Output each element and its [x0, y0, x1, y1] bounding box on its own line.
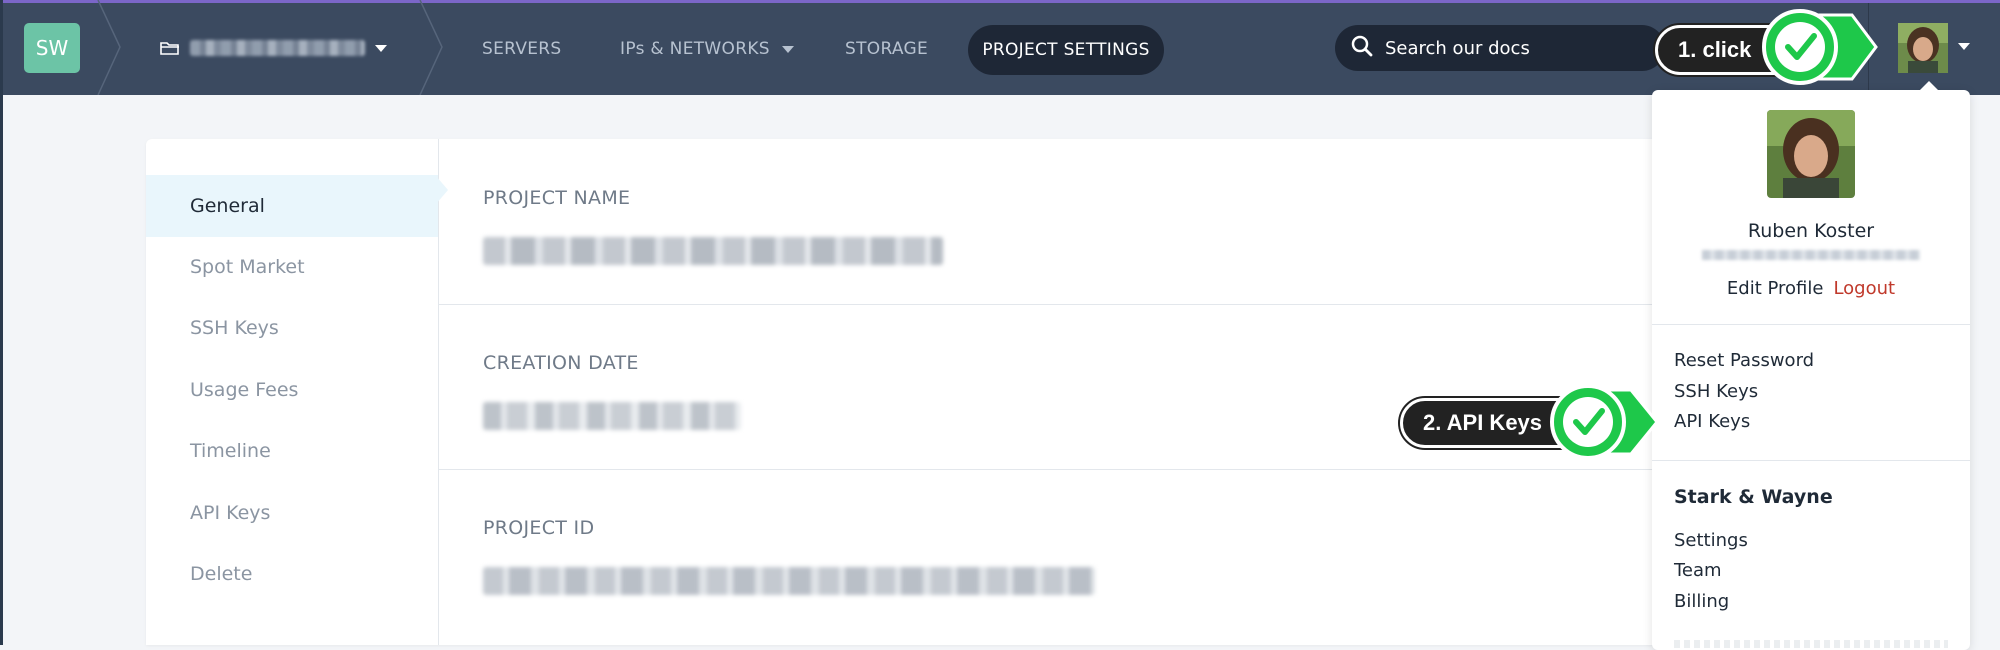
search-icon [1351, 35, 1373, 61]
sidebar-item-general[interactable]: General [146, 175, 438, 237]
logout-link[interactable]: Logout [1833, 278, 1895, 299]
brand-logo[interactable]: SW [24, 23, 80, 73]
step2-callout: 2. API Keys [1395, 380, 1660, 465]
profile-links: Edit Profile Logout [1652, 278, 1970, 299]
menu-item-billing[interactable]: Billing [1674, 591, 1729, 612]
menu-item-reset-password[interactable]: Reset Password [1674, 350, 1814, 371]
sidebar-item-usage-fees[interactable]: Usage Fees [146, 359, 438, 421]
nav-ips-networks[interactable]: IPs & NETWORKS [620, 39, 794, 59]
creation-date-value-redacted [483, 402, 741, 430]
window-edge [0, 0, 3, 645]
menu-item-settings[interactable]: Settings [1674, 530, 1748, 551]
sidebar-item-ssh-keys[interactable]: SSH Keys [146, 297, 438, 359]
user-email-redacted [1702, 250, 1920, 260]
creation-date-label: CREATION DATE [483, 352, 639, 374]
project-name-label: PROJECT NAME [483, 187, 631, 209]
nav-project-settings[interactable]: PROJECT SETTINGS [968, 25, 1164, 75]
settings-sidebar: General Spot Market SSH Keys Usage Fees … [146, 139, 448, 645]
divider [1652, 460, 1970, 461]
project-name-redacted [190, 40, 365, 56]
chevron-down-icon [781, 45, 794, 53]
sidebar-item-api-keys[interactable]: API Keys [146, 482, 438, 544]
sidebar-item-delete[interactable]: Delete [146, 543, 438, 605]
nav-servers[interactable]: SERVERS [482, 39, 562, 59]
user-menu-dropdown: Ruben Koster Edit Profile Logout Reset Pa… [1652, 81, 1970, 650]
org-name: Stark & Wayne [1674, 486, 1833, 508]
project-id-section: PROJECT ID [439, 469, 1786, 634]
checkmark-badge-icon [1762, 9, 1878, 85]
project-id-value-redacted [483, 567, 1095, 595]
menu-item-team[interactable]: Team [1674, 560, 1722, 581]
avatar [1767, 110, 1855, 198]
search-box[interactable] [1335, 25, 1665, 71]
chevron-down-icon[interactable] [1958, 43, 1970, 50]
step1-callout: 1. click [1650, 5, 1880, 90]
checkmark-badge-icon [1550, 384, 1659, 460]
avatar [1898, 23, 1948, 73]
breadcrumb-separator-icon [96, 0, 122, 95]
project-name-value-redacted [483, 237, 943, 265]
sidebar-item-timeline[interactable]: Timeline [146, 420, 438, 482]
project-name-section: PROJECT NAME [439, 139, 1786, 305]
user-name: Ruben Koster [1747, 220, 1875, 242]
folder-icon [160, 40, 180, 56]
edit-profile-link[interactable]: Edit Profile [1727, 278, 1824, 299]
nav-ips-networks-label: IPs & NETWORKS [620, 39, 770, 59]
project-selector[interactable] [160, 35, 387, 61]
sidebar-item-spot-market[interactable]: Spot Market [146, 236, 438, 298]
user-avatar-button[interactable] [1898, 23, 1948, 73]
chevron-down-icon [375, 44, 387, 52]
menu-item-api-keys[interactable]: API Keys [1674, 411, 1750, 432]
menu-overflow [1674, 640, 1948, 648]
breadcrumb-separator-icon [418, 0, 444, 95]
divider [1652, 324, 1970, 325]
menu-item-ssh-keys[interactable]: SSH Keys [1674, 381, 1758, 402]
project-id-label: PROJECT ID [483, 517, 595, 539]
nav-storage[interactable]: STORAGE [845, 39, 928, 59]
search-input[interactable] [1383, 36, 1647, 60]
